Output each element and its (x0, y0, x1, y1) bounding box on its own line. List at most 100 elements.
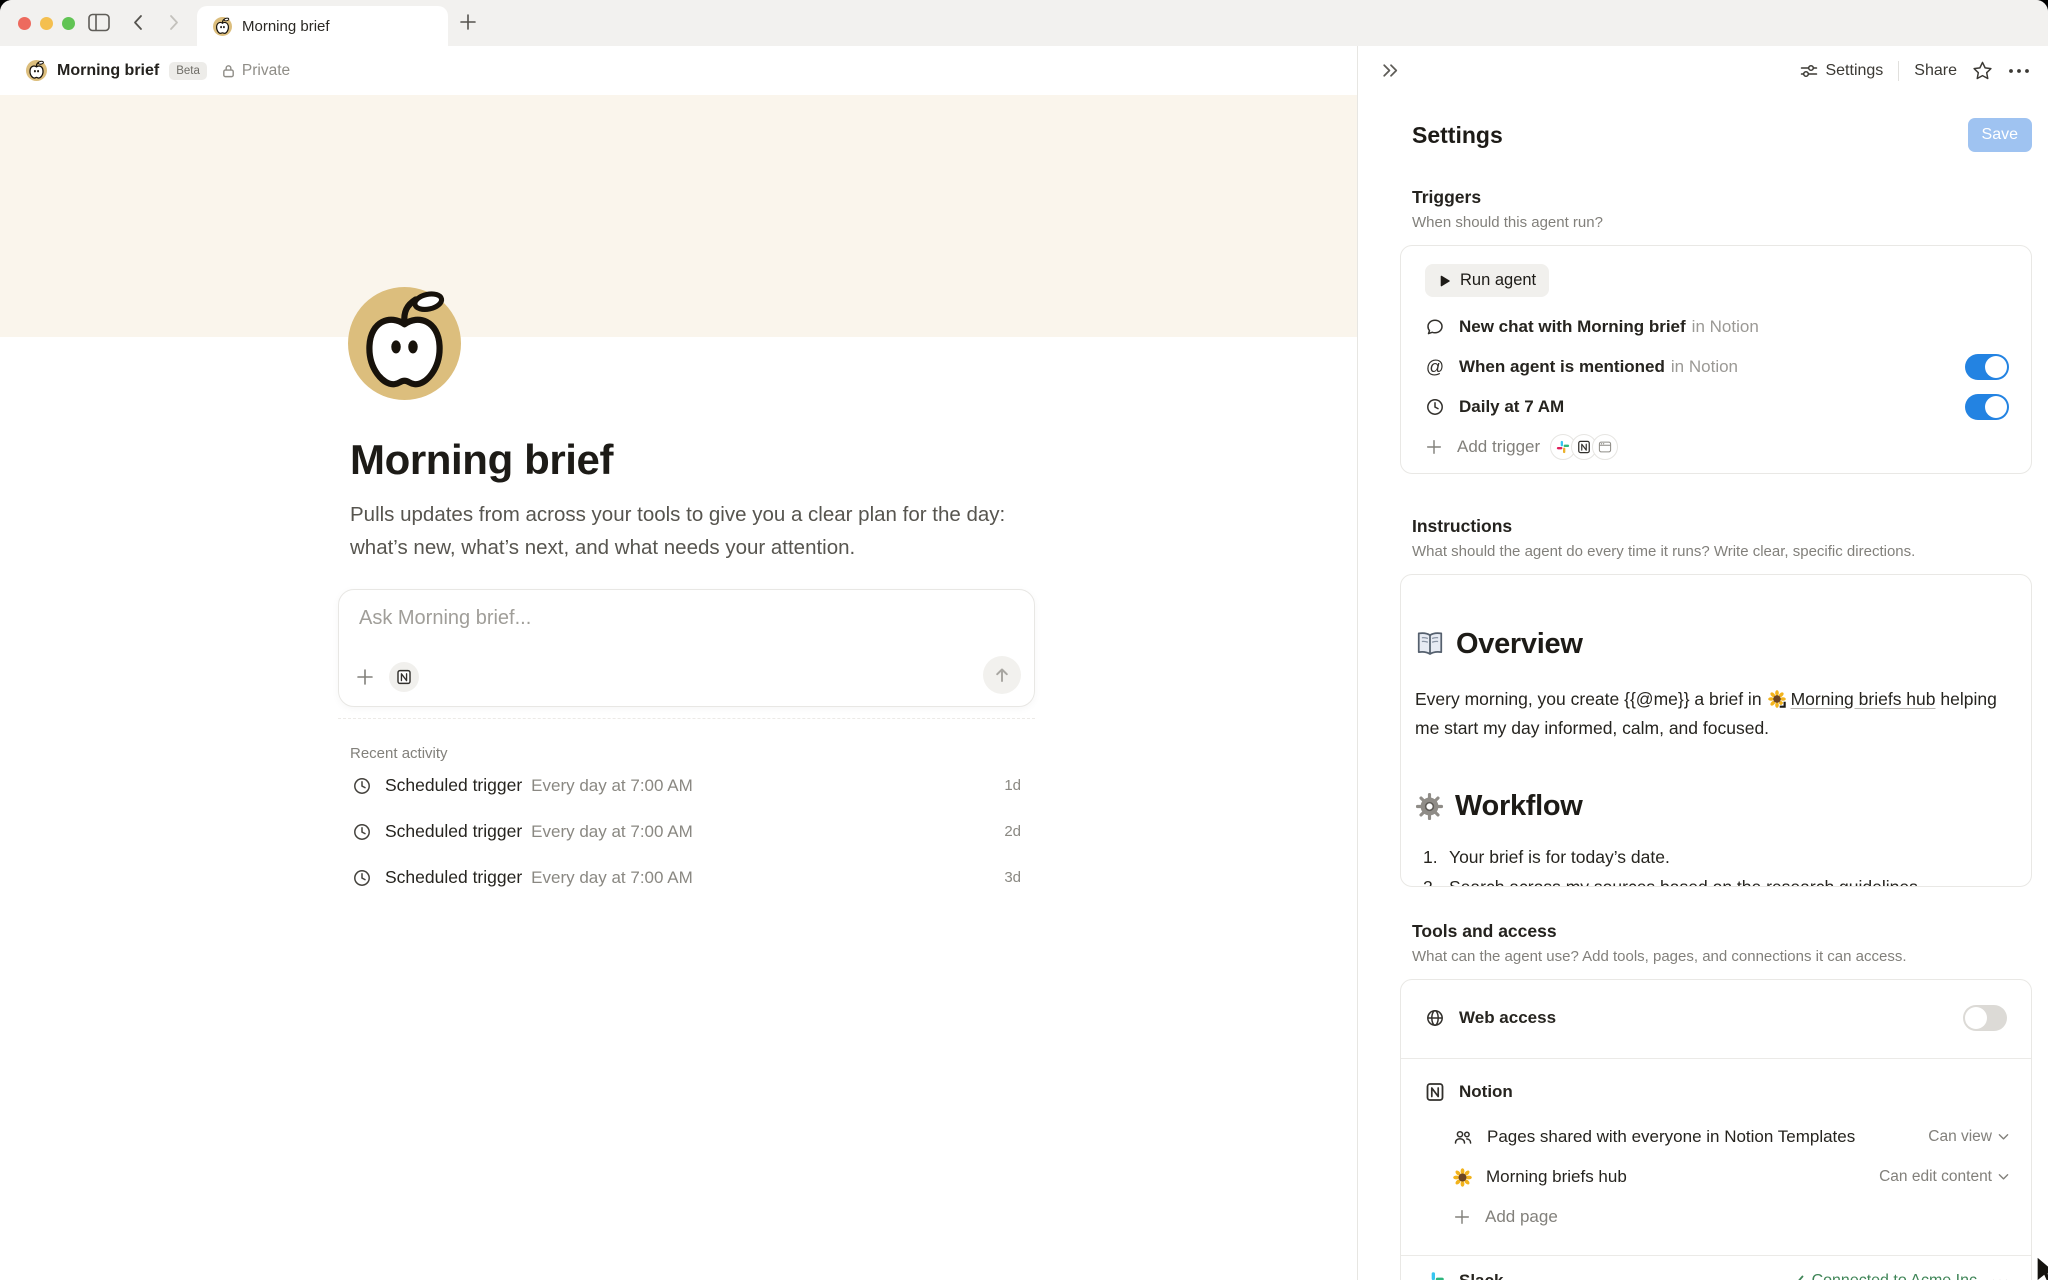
slack-status-text: Connected to Acme Inc (1812, 1272, 1977, 1280)
activity-title: Scheduled trigger (385, 821, 522, 842)
panel-title: Settings (1412, 122, 1503, 149)
page-description[interactable]: Pulls updates from across your tools to … (350, 498, 1023, 564)
chevron-down-icon (1998, 1133, 2009, 1141)
minimize-window-button[interactable] (40, 17, 53, 30)
add-trigger-button[interactable]: Add trigger (1401, 427, 2031, 467)
plus-icon (1425, 438, 1443, 456)
tab-title: Morning brief (242, 18, 330, 35)
workflow-heading: Workflow (1415, 787, 2005, 825)
collapse-panel-icon[interactable] (1380, 60, 1401, 81)
trigger-label: Daily at 7 AM (1459, 397, 1564, 417)
activity-detail: Every day at 7:00 AM (531, 868, 693, 888)
toggle-sidebar-icon[interactable] (88, 13, 110, 32)
page-header: Morning brief Beta Private (0, 46, 1357, 95)
web-access-toggle-off[interactable] (1963, 1005, 2007, 1031)
tab-bar: Morning brief (0, 0, 2048, 47)
instructions-subheading: What should the agent do every time it r… (1412, 543, 2032, 560)
notion-icon (1425, 1082, 1445, 1102)
notion-icon (1577, 440, 1591, 454)
browser-window-icon (1598, 440, 1612, 454)
trigger-row-mentioned[interactable]: @ When agent is mentioned in Notion (1401, 347, 2031, 387)
attach-plus-icon[interactable] (355, 667, 375, 687)
back-icon[interactable] (130, 14, 147, 31)
notion-page-row[interactable]: Morning briefs hub Can edit content (1401, 1157, 2031, 1197)
add-page-button[interactable]: Add page (1401, 1197, 2031, 1237)
triggers-card: Run agent New chat with Morning brief in… (1400, 245, 2032, 474)
trigger-label: New chat with Morning brief (1459, 317, 1686, 337)
page-mention-link[interactable]: Morning briefs hub (1791, 689, 1936, 709)
activity-row[interactable]: Scheduled trigger Every day at 7:00 AM 1… (338, 763, 1035, 808)
permission-dropdown[interactable]: Can edit content (1879, 1168, 2009, 1186)
forward-icon[interactable] (165, 14, 182, 31)
save-button[interactable]: Save (1968, 118, 2032, 152)
activity-title: Scheduled trigger (385, 867, 522, 888)
favorite-star-icon[interactable] (1972, 60, 1993, 81)
clock-icon (352, 868, 372, 888)
page-title[interactable]: Morning brief (350, 437, 1035, 483)
page-title-text: Pages shared with everyone in Notion Tem… (1487, 1127, 1855, 1147)
trigger-suffix: in Notion (1692, 317, 1759, 337)
sunflower-page-mention-icon (1768, 690, 1786, 708)
ask-agent-card[interactable] (338, 589, 1035, 707)
send-button[interactable] (983, 656, 1021, 694)
card-divider (1401, 1255, 2031, 1256)
add-trigger-label: Add trigger (1457, 437, 1540, 457)
page-cover-banner[interactable] (0, 95, 1357, 337)
sunflower-icon (1453, 1168, 1472, 1187)
window-controls[interactable] (18, 17, 75, 30)
close-window-button[interactable] (18, 17, 31, 30)
permission-dropdown[interactable]: Can view (1928, 1128, 2009, 1146)
activity-age: 3d (1004, 869, 1021, 886)
breadcrumb-title[interactable]: Morning brief (57, 62, 159, 80)
settings-menu-button[interactable]: Settings (1800, 62, 1883, 80)
header-divider (1898, 61, 1899, 81)
triggers-subheading: When should this agent run? (1412, 214, 2032, 231)
slack-connection-row[interactable]: Slack Connected to Acme Inc (1401, 1257, 2031, 1280)
activity-detail: Every day at 7:00 AM (531, 822, 693, 842)
activity-age: 2d (1004, 823, 1021, 840)
mentioned-toggle-on[interactable] (1965, 354, 2009, 380)
step-text: Your brief is for today’s date. (1449, 845, 1670, 869)
daily-toggle-on[interactable] (1965, 394, 2009, 420)
sliders-icon (1800, 62, 1818, 80)
instructions-editor[interactable]: Overview Every morning, you create {{@me… (1400, 574, 2032, 887)
notion-page-row[interactable]: Pages shared with everyone in Notion Tem… (1401, 1117, 2031, 1157)
workflow-step: 1. Your brief is for today’s date. (1415, 845, 2005, 869)
people-icon (1453, 1127, 1473, 1147)
zoom-window-button[interactable] (62, 17, 75, 30)
slack-icon (1425, 1271, 1445, 1280)
tab-morning-brief[interactable]: Morning brief (197, 6, 448, 46)
clock-icon (352, 776, 372, 796)
trigger-label: When agent is mentioned (1459, 357, 1665, 377)
share-button[interactable]: Share (1914, 62, 1957, 80)
activity-row[interactable]: Scheduled trigger Every day at 7:00 AM 3… (338, 855, 1035, 900)
workflow-step: 2. Search across my sources based on the… (1415, 875, 2005, 887)
overview-heading: Overview (1415, 625, 2005, 663)
lock-icon (221, 63, 236, 79)
activity-row[interactable]: Scheduled trigger Every day at 7:00 AM 2… (338, 809, 1035, 854)
run-agent-button[interactable]: Run agent (1425, 264, 1549, 297)
open-book-icon (1415, 629, 1445, 659)
slack-connected-status: Connected to Acme Inc (1790, 1272, 1977, 1280)
trigger-row-daily[interactable]: Daily at 7 AM (1401, 387, 2031, 427)
at-sign-icon: @ (1425, 357, 1445, 378)
check-icon (1790, 1275, 1804, 1280)
trigger-row-new-chat[interactable]: New chat with Morning brief in Notion (1401, 307, 2031, 347)
more-options-icon[interactable] (2008, 68, 2030, 74)
activity-age: 1d (1004, 777, 1021, 794)
ask-input[interactable] (357, 606, 1016, 631)
new-tab-icon[interactable] (458, 12, 478, 32)
web-access-row[interactable]: Web access (1401, 990, 2031, 1046)
clock-icon (352, 822, 372, 842)
gear-icon (1415, 792, 1444, 821)
tools-subheading: What can the agent use? Add tools, pages… (1412, 948, 2032, 965)
privacy-indicator[interactable]: Private (221, 62, 290, 80)
instructions-heading: Instructions (1412, 516, 2032, 537)
tools-card: Web access Notion Pages shared with ever… (1400, 979, 2032, 1280)
page-apple-icon (26, 60, 47, 81)
notion-context-chip[interactable] (389, 662, 419, 692)
web-access-label: Web access (1459, 1008, 1556, 1028)
panel-header: Settings Share (1358, 46, 2048, 95)
notion-connection-row[interactable]: Notion (1401, 1067, 2031, 1117)
mouse-cursor (2030, 1256, 2048, 1280)
